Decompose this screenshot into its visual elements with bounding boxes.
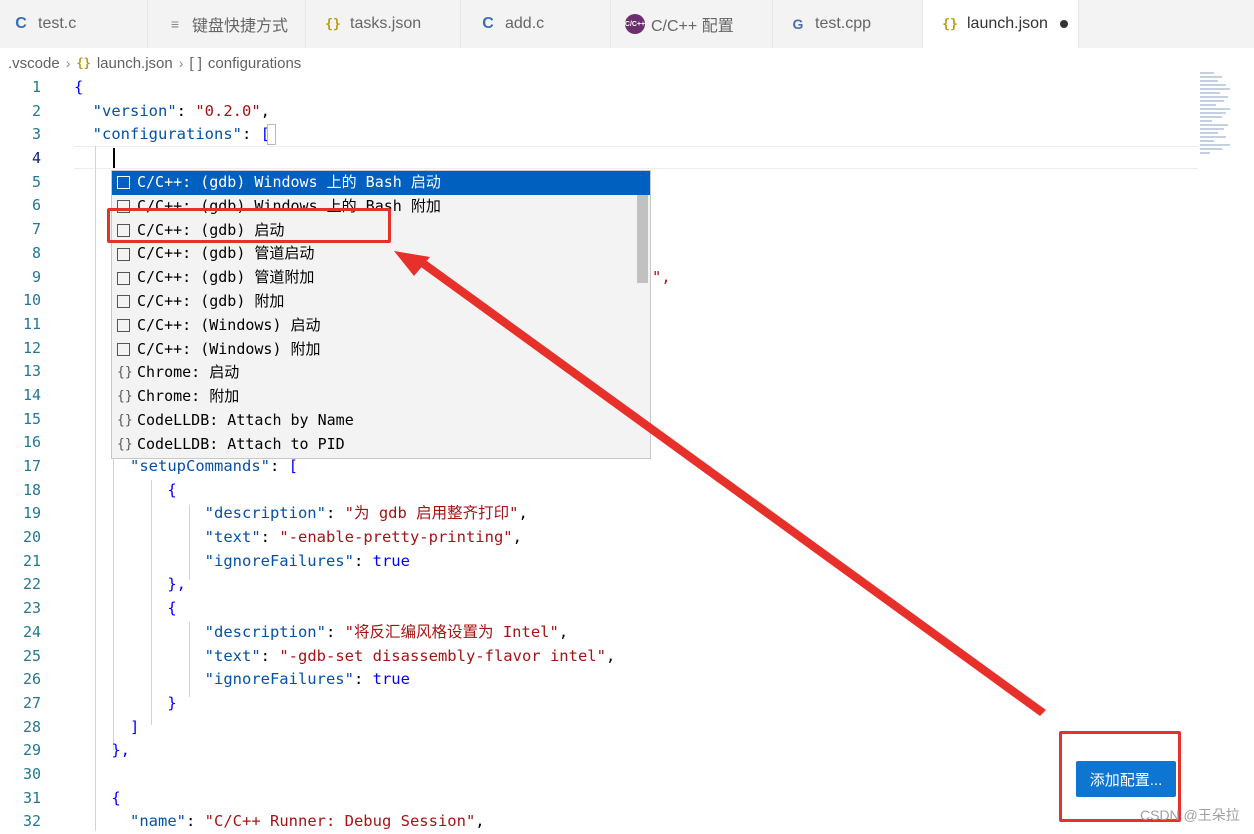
arrow-shaft (414, 256, 1046, 716)
add-configuration-button[interactable]: 添加配置... (1076, 761, 1176, 797)
annotation-arrow (394, 251, 1046, 716)
watermark: CSDN @王朵拉 (1140, 807, 1240, 823)
